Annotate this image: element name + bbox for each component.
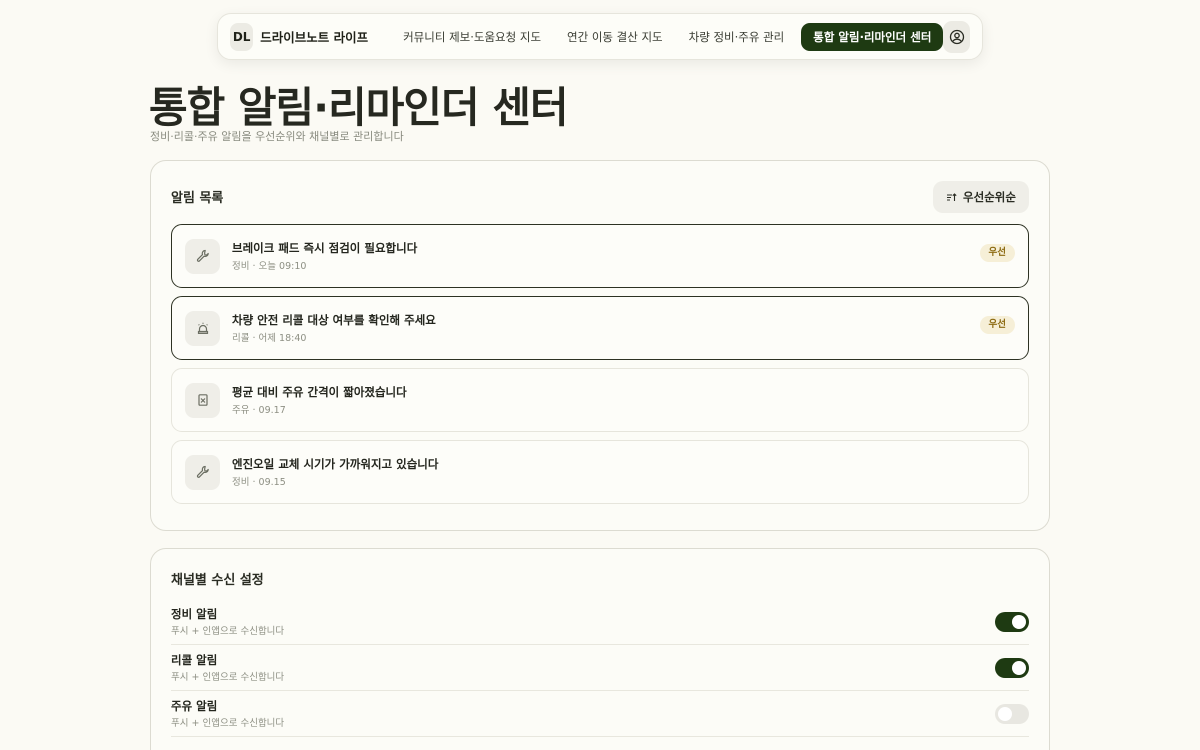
alert-title: 평균 대비 주유 간격이 짧아졌습니다: [232, 385, 407, 399]
wrench-icon: [196, 249, 209, 262]
channel-settings-panel: 채널별 수신 설정 정비 알림 푸시 + 인앱으로 수신합니다 리콜 알림 푸시…: [150, 548, 1050, 750]
priority-badge: 우선: [979, 316, 1015, 334]
channel-desc: 푸시 + 인앱으로 수신합니다: [171, 672, 285, 683]
nav-link-maintenance[interactable]: 차량 정비·주유 관리: [676, 23, 798, 51]
top-nav: DL 드라이브노트 라이프 커뮤니티 제보·도움요청 지도 연간 이동 결산 지…: [217, 13, 983, 60]
user-circle-icon: [949, 29, 964, 44]
page-subtitle: 정비·리콜·주유 알림을 우선순위와 채널별로 관리합니다: [150, 130, 404, 143]
fuel-icon: [197, 394, 208, 406]
alert-item[interactable]: 브레이크 패드 즉시 점검이 필요합니다 정비 · 오늘 09:10 우선: [171, 224, 1029, 288]
channel-settings-title: 채널별 수신 설정: [171, 573, 264, 588]
alert-list: 브레이크 패드 즉시 점검이 필요합니다 정비 · 오늘 09:10 우선 차량…: [171, 224, 1029, 512]
alert-meta: 리콜 · 어제 18:40: [232, 333, 307, 344]
nav-link-annual-map[interactable]: 연간 이동 결산 지도: [554, 23, 676, 51]
nav-link-alert-center[interactable]: 통합 알림·리마인더 센터: [801, 22, 944, 51]
wrench-icon: [196, 465, 209, 478]
priority-badge: 우선: [979, 244, 1015, 262]
channel-row-maintenance: 정비 알림 푸시 + 인앱으로 수신합니다: [171, 599, 1029, 645]
page-title: 통합 알림·리마인더 센터: [149, 83, 569, 132]
sort-button[interactable]: 우선순위순: [933, 181, 1029, 213]
alert-title: 엔진오일 교체 시기가 가까워지고 있습니다: [232, 457, 439, 471]
alerts-panel: 알림 목록 우선순위순 브레이크 패드 즉시 점검이 필요합니다 정비 · 오늘…: [150, 160, 1050, 531]
channel-row-recall: 리콜 알림 푸시 + 인앱으로 수신합니다: [171, 645, 1029, 691]
alert-meta: 정비 · 오늘 09:10: [232, 261, 307, 272]
channel-label: 주유 알림: [171, 699, 218, 713]
sort-icon: [947, 192, 957, 201]
user-button[interactable]: [943, 20, 970, 53]
alert-item[interactable]: 차량 안전 리콜 대상 여부를 확인해 주세요 리콜 · 어제 18:40 우선: [171, 296, 1029, 360]
maintenance-toggle[interactable]: [995, 612, 1029, 632]
channel-list: 정비 알림 푸시 + 인앱으로 수신합니다 리콜 알림 푸시 + 인앱으로 수신…: [171, 599, 1029, 737]
channel-label: 정비 알림: [171, 607, 218, 621]
alert-meta: 정비 · 09.15: [232, 477, 286, 488]
channel-desc: 푸시 + 인앱으로 수신합니다: [171, 718, 285, 729]
fuel-toggle[interactable]: [995, 704, 1029, 724]
alert-item[interactable]: 엔진오일 교체 시기가 가까워지고 있습니다 정비 · 09.15: [171, 440, 1029, 504]
logo[interactable]: DL: [230, 22, 254, 51]
brand-name[interactable]: 드라이브노트 라이프: [260, 27, 368, 46]
channel-desc: 푸시 + 인앱으로 수신합니다: [171, 626, 285, 637]
alert-meta: 주유 · 09.17: [232, 405, 286, 416]
alert-item[interactable]: 평균 대비 주유 간격이 짧아졌습니다 주유 · 09.17: [171, 368, 1029, 432]
alert-title: 브레이크 패드 즉시 점검이 필요합니다: [232, 241, 418, 255]
channel-row-fuel: 주유 알림 푸시 + 인앱으로 수신합니다: [171, 691, 1029, 737]
siren-icon: [197, 322, 208, 334]
alert-title: 차량 안전 리콜 대상 여부를 확인해 주세요: [232, 313, 436, 327]
recall-toggle[interactable]: [995, 658, 1029, 678]
nav-link-community-map[interactable]: 커뮤니티 제보·도움요청 지도: [390, 23, 554, 51]
channel-label: 리콜 알림: [171, 653, 218, 667]
alerts-panel-title: 알림 목록: [171, 191, 224, 206]
sort-button-label: 우선순위순: [963, 190, 1016, 204]
